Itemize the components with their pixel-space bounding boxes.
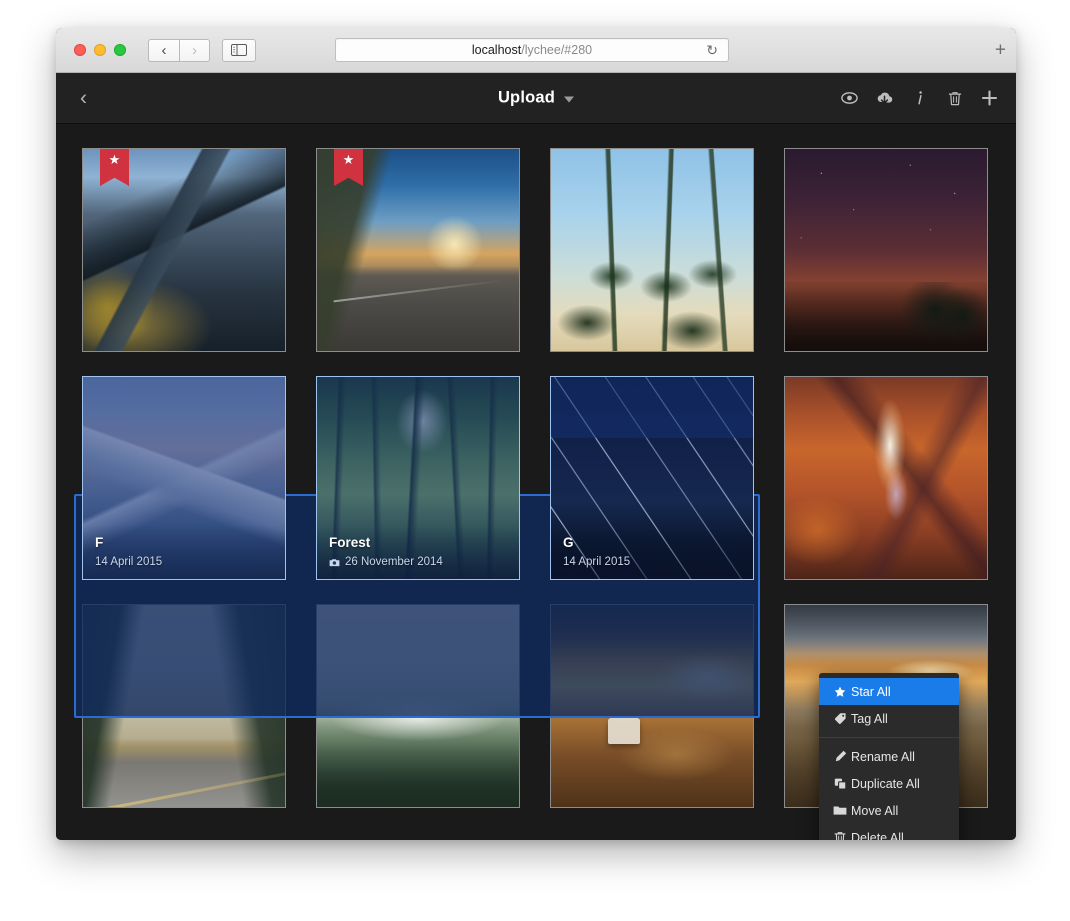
album-title: Upload (497, 88, 556, 107)
photo-date: 14 April 2015 (95, 556, 273, 568)
window-controls (74, 44, 126, 56)
photo-title: G (563, 535, 574, 550)
menu-item-label: Duplicate All (851, 776, 920, 791)
menu-item-label: Delete All (851, 830, 904, 841)
photo-thumbnail-selected[interactable]: G 14 April 2015 (550, 376, 754, 580)
menu-item-delete-all[interactable]: Delete All (819, 824, 959, 840)
back-button[interactable]: ‹ (148, 38, 179, 62)
share-icon[interactable] (876, 89, 893, 108)
photo-title: F (95, 535, 104, 550)
photo-image (317, 149, 519, 351)
browser-window: ‹ › localhost/lychee/#280 ↻ + ‹ Upload ★… (56, 28, 1016, 840)
maximize-window-button[interactable] (114, 44, 126, 56)
browser-nav-group: ‹ › (148, 38, 210, 62)
photo-thumbnail[interactable]: ★ (316, 148, 520, 352)
photo-caption: Forest 26 November 2014 (317, 525, 519, 579)
browser-titlebar: ‹ › localhost/lychee/#280 ↻ + (56, 28, 1016, 73)
menu-item-duplicate-all[interactable]: Duplicate All (819, 770, 959, 797)
pencil-icon (829, 750, 851, 763)
photo-date-text: 14 April 2015 (95, 556, 163, 568)
minimize-window-button[interactable] (94, 44, 106, 56)
photo-image (785, 149, 987, 351)
photo-date: 14 April 2015 (563, 556, 741, 568)
photo-thumbnail[interactable] (784, 376, 988, 580)
toggle-sidebar-button[interactable] (222, 38, 256, 62)
album-header: ‹ Upload (56, 73, 1016, 124)
star-icon: ★ (342, 152, 355, 167)
menu-item-label: Tag All (851, 711, 888, 726)
menu-item-rename-all[interactable]: Rename All (819, 743, 959, 770)
sidebar-icon (231, 44, 247, 56)
menu-item-label: Rename All (851, 749, 915, 764)
trash-icon (829, 831, 851, 840)
menu-item-label: Move All (851, 803, 899, 818)
menu-item-label: Star All (851, 684, 891, 699)
photo-date-text: 26 November 2014 (345, 556, 443, 568)
reload-icon[interactable]: ↻ (706, 43, 718, 57)
forward-button[interactable]: › (179, 38, 210, 62)
menu-separator (819, 737, 959, 738)
folder-icon (829, 805, 851, 816)
menu-item-move-all[interactable]: Move All (819, 797, 959, 824)
url-path: /lychee/#280 (521, 43, 593, 57)
photo-caption: F 14 April 2015 (83, 525, 285, 579)
lychee-app: ‹ Upload ★ ★ F 14 April 2015 Forest 26 N… (56, 73, 1016, 840)
photo-date: 26 November 2014 (329, 556, 507, 568)
photo-thumbnail[interactable] (784, 148, 988, 352)
album-toolbar (841, 89, 998, 108)
photo-caption: G 14 April 2015 (551, 525, 753, 579)
info-icon[interactable] (911, 89, 928, 108)
star-icon: ★ (108, 152, 121, 167)
address-bar[interactable]: localhost/lychee/#280 ↻ (335, 38, 729, 62)
photo-thumbnail[interactable] (550, 148, 754, 352)
photo-thumbnail-selected[interactable]: F 14 April 2015 (82, 376, 286, 580)
url-text: localhost/lychee/#280 (472, 43, 592, 57)
photo-row-selected: F 14 April 2015 Forest 26 November 2014 … (82, 376, 990, 580)
menu-item-star-all[interactable]: Star All (819, 678, 959, 705)
duplicate-icon (829, 777, 851, 790)
tag-icon (829, 712, 851, 725)
add-icon[interactable] (981, 89, 998, 108)
url-host: localhost (471, 43, 522, 57)
trash-icon[interactable] (946, 89, 963, 108)
star-icon (829, 686, 851, 698)
context-menu: Star All Tag All Rename All Duplicate Al… (819, 673, 959, 840)
photo-date-text: 14 April 2015 (563, 556, 631, 568)
photo-image (83, 149, 285, 351)
photo-row: ★ ★ (82, 148, 990, 352)
chevron-right-icon: › (192, 41, 197, 59)
camera-icon (329, 558, 340, 567)
visibility-icon[interactable] (841, 89, 858, 108)
chevron-left-icon: ‹ (161, 41, 167, 59)
photo-thumbnail-selected[interactable]: Forest 26 November 2014 (316, 376, 520, 580)
photo-image (551, 149, 753, 351)
photo-image (785, 377, 987, 579)
photo-thumbnail[interactable]: ★ (82, 148, 286, 352)
new-tab-button[interactable]: + (995, 41, 1006, 60)
chevron-down-icon (564, 96, 575, 103)
close-window-button[interactable] (74, 44, 86, 56)
menu-item-tag-all[interactable]: Tag All (819, 705, 959, 732)
photo-title: Forest (329, 535, 371, 550)
